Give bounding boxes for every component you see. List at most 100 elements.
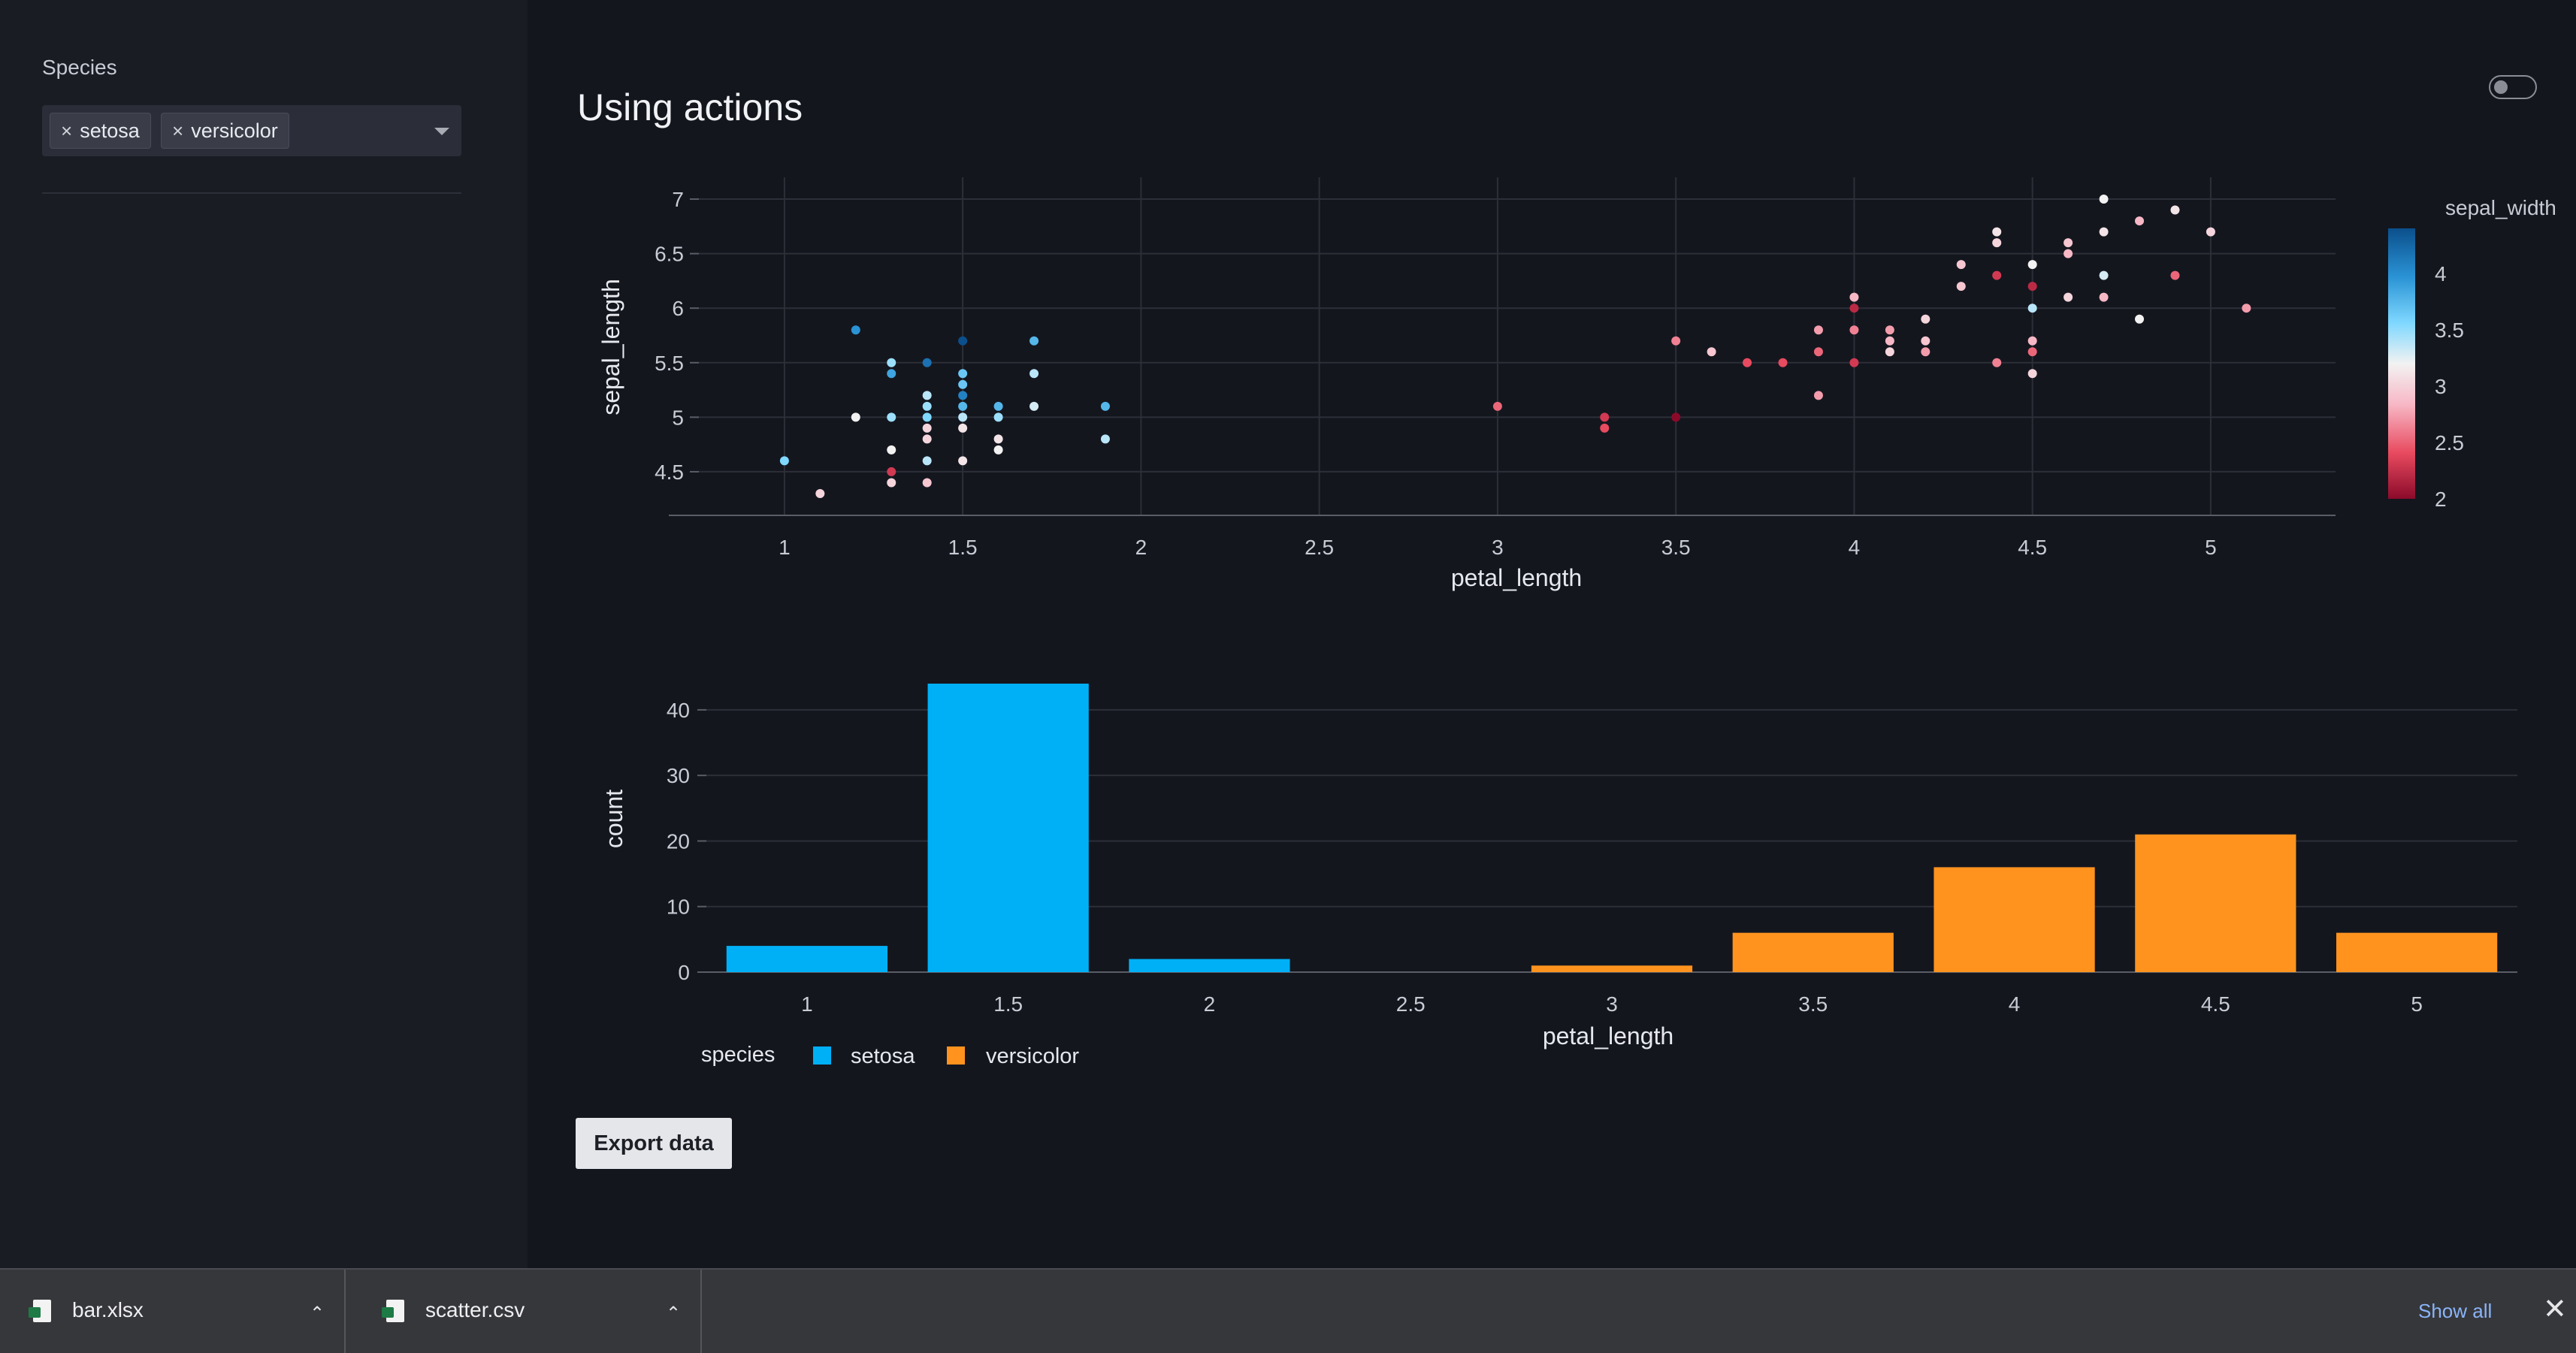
scatter-point[interactable]	[1849, 358, 1859, 367]
scatter-point[interactable]	[1992, 227, 2002, 237]
scatter-point[interactable]	[958, 412, 968, 422]
scatter-point[interactable]	[1956, 260, 1966, 270]
scatter-point[interactable]	[958, 456, 968, 466]
scatter-point[interactable]	[2027, 369, 2037, 379]
download-item-scatter-csv[interactable]: scatter.csv ⌃	[353, 1270, 702, 1353]
chip-setosa[interactable]: × setosa	[50, 113, 151, 149]
scatter-point[interactable]	[922, 391, 932, 400]
scatter-point[interactable]	[1992, 358, 2002, 367]
scatter-point[interactable]	[958, 391, 968, 400]
scatter-point[interactable]	[1956, 282, 1966, 291]
scatter-point[interactable]	[2099, 195, 2109, 204]
bar-setosa[interactable]	[1129, 959, 1290, 972]
scatter-point[interactable]	[1992, 270, 2002, 280]
scatter-point[interactable]	[1778, 358, 1788, 367]
scatter-point[interactable]	[887, 467, 896, 476]
bar-versicolor[interactable]	[1531, 965, 1693, 972]
scatter-point[interactable]	[922, 478, 932, 488]
scatter-point[interactable]	[922, 401, 932, 411]
scatter-point[interactable]	[2027, 336, 2037, 346]
scatter-point[interactable]	[922, 434, 932, 444]
scatter-point[interactable]	[2027, 304, 2037, 313]
bar-setosa[interactable]	[927, 684, 1089, 972]
scatter-point[interactable]	[851, 412, 860, 422]
scatter-point[interactable]	[993, 445, 1003, 455]
scatter-point[interactable]	[1600, 412, 1610, 422]
scatter-point[interactable]	[1885, 325, 1894, 335]
scatter-point[interactable]	[1743, 358, 1752, 367]
scatter-point[interactable]	[887, 445, 896, 455]
scatter-point[interactable]	[1707, 347, 1716, 357]
scatter-point[interactable]	[958, 423, 968, 433]
scatter-point[interactable]	[958, 379, 968, 389]
scatter-point[interactable]	[2206, 227, 2215, 237]
scatter-point[interactable]	[851, 325, 860, 335]
scatter-point[interactable]	[1813, 325, 1823, 335]
scatter-point[interactable]	[2135, 314, 2145, 324]
scatter-point[interactable]	[958, 369, 968, 379]
scatter-point[interactable]	[1671, 412, 1681, 422]
bar-versicolor[interactable]	[2336, 932, 2498, 972]
bar-versicolor[interactable]	[1732, 932, 1894, 972]
legend-label-setosa[interactable]: setosa	[851, 1044, 915, 1068]
chevron-up-icon[interactable]: ⌃	[310, 1303, 325, 1324]
scatter-point[interactable]	[2064, 238, 2073, 248]
show-all-downloads-link[interactable]: Show all	[2418, 1300, 2492, 1323]
scatter-point[interactable]	[1029, 401, 1039, 411]
download-item-bar-xlsx[interactable]: bar.xlsx ⌃	[0, 1270, 346, 1353]
scatter-point[interactable]	[1921, 347, 1930, 357]
scatter-point[interactable]	[1849, 325, 1859, 335]
chevron-up-icon[interactable]: ⌃	[666, 1303, 681, 1324]
scatter-point[interactable]	[1100, 401, 1110, 411]
scatter-point[interactable]	[2099, 270, 2109, 280]
download-filename[interactable]: scatter.csv	[425, 1298, 525, 1322]
scatter-point[interactable]	[779, 456, 789, 466]
scatter-point[interactable]	[1992, 238, 2002, 248]
scatter-point[interactable]	[2099, 227, 2109, 237]
bar-setosa[interactable]	[726, 946, 887, 972]
remove-chip-icon[interactable]: ×	[172, 119, 183, 143]
scatter-point[interactable]	[922, 456, 932, 466]
theme-toggle[interactable]	[2489, 75, 2537, 99]
scatter-point[interactable]	[815, 488, 825, 498]
scatter-point[interactable]	[993, 401, 1003, 411]
scatter-point[interactable]	[887, 412, 896, 422]
scatter-point[interactable]	[2064, 292, 2073, 302]
scatter-point[interactable]	[1921, 336, 1930, 346]
scatter-point[interactable]	[2064, 249, 2073, 258]
legend-swatch-versicolor[interactable]	[947, 1046, 965, 1065]
scatter-point[interactable]	[887, 478, 896, 488]
scatter-point[interactable]	[1029, 369, 1039, 379]
export-data-button[interactable]: Export data	[576, 1118, 732, 1169]
scatter-point[interactable]	[958, 336, 968, 346]
scatter-point[interactable]	[922, 412, 932, 422]
scatter-point[interactable]	[993, 412, 1003, 422]
download-filename[interactable]: bar.xlsx	[72, 1298, 144, 1322]
scatter-point[interactable]	[2027, 347, 2037, 357]
scatter-point[interactable]	[2135, 216, 2145, 226]
scatter-point[interactable]	[2027, 282, 2037, 291]
scatter-point[interactable]	[1671, 336, 1681, 346]
scatter-point[interactable]	[1813, 347, 1823, 357]
chevron-down-icon[interactable]	[434, 128, 449, 135]
bar-versicolor[interactable]	[1934, 867, 2095, 972]
scatter-point[interactable]	[922, 423, 932, 433]
scatter-point[interactable]	[1849, 292, 1859, 302]
scatter-point[interactable]	[2027, 260, 2037, 270]
scatter-point[interactable]	[1885, 347, 1894, 357]
scatter-point[interactable]	[1921, 314, 1930, 324]
scatter-point[interactable]	[887, 358, 896, 367]
legend-label-versicolor[interactable]: versicolor	[986, 1044, 1079, 1068]
scatter-point[interactable]	[1492, 401, 1502, 411]
scatter-point[interactable]	[1029, 336, 1039, 346]
scatter-point[interactable]	[2170, 205, 2180, 215]
bar-versicolor[interactable]	[2135, 834, 2296, 972]
scatter-point[interactable]	[887, 369, 896, 379]
close-icon[interactable]: ✕	[2543, 1292, 2567, 1326]
scatter-point[interactable]	[1849, 304, 1859, 313]
scatter-point[interactable]	[1100, 434, 1110, 444]
scatter-point[interactable]	[2099, 292, 2109, 302]
scatter-point[interactable]	[922, 358, 932, 367]
scatter-point[interactable]	[1600, 423, 1610, 433]
scatter-point[interactable]	[2170, 270, 2180, 280]
